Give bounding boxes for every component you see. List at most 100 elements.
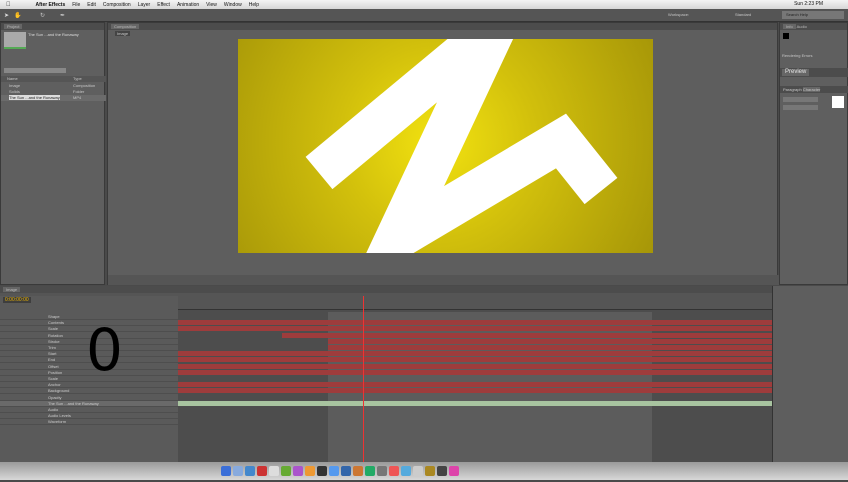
menu-layer[interactable]: Layer: [138, 2, 151, 8]
item-name: Image: [9, 83, 21, 88]
tab-character[interactable]: Character: [802, 87, 821, 92]
project-item-name: The Sun ...and the Runaway: [28, 32, 79, 37]
composition-viewer: Composition Image: [107, 9, 779, 292]
font-family-select[interactable]: [783, 97, 818, 102]
item-name: Solids: [9, 89, 20, 94]
item-name: The Sun ...and the Runaway: [9, 95, 60, 100]
clock: Sun 2:23 PM: [794, 1, 823, 7]
column-name[interactable]: Name: [7, 76, 18, 81]
dock-app-icon[interactable]: [425, 466, 435, 476]
tab-audio[interactable]: Audio: [797, 24, 807, 29]
apple-icon[interactable]: : [6, 2, 11, 8]
workspace-select[interactable]: Standard: [735, 12, 751, 17]
workspace-label: Workspace:: [668, 12, 690, 17]
timeline-panel: Image 0:00:00:00 Shape Contents Scale Rotat…: [0, 286, 848, 462]
menu-composition[interactable]: Composition: [103, 2, 131, 8]
layer-duration-bar[interactable]: [328, 345, 772, 350]
project-column-headers: Name Type: [1, 76, 106, 82]
layer-duration-bar[interactable]: [178, 357, 772, 363]
dock-app-icon[interactable]: [233, 466, 243, 476]
layer-row[interactable]: Opacity: [0, 395, 178, 401]
overlay-zero: 0: [86, 316, 123, 384]
menu-bar:  After Effects File Edit Composition La…: [0, 0, 848, 9]
menu-view[interactable]: View: [206, 2, 217, 8]
menu-window[interactable]: Window: [224, 2, 242, 8]
menu-edit[interactable]: Edit: [87, 2, 96, 8]
search-help-input[interactable]: Search Help: [782, 11, 844, 19]
breadcrumb[interactable]: Image: [115, 31, 131, 36]
dock-app-icon[interactable]: [341, 466, 351, 476]
right-panels: Info Audio Rendering Errors Preview Para…: [779, 22, 848, 285]
pen-tool-icon[interactable]: ✒: [60, 12, 65, 19]
playhead[interactable]: [363, 296, 364, 462]
dock-app-icon[interactable]: [377, 466, 387, 476]
dock-app-icon[interactable]: [221, 466, 231, 476]
layer-row[interactable]: Audio Levels: [0, 413, 178, 420]
layer-duration-bar[interactable]: [178, 400, 772, 406]
character-tabs: Paragraph Character: [780, 86, 848, 93]
viewer-controls: [108, 275, 779, 285]
menu-effect[interactable]: Effect: [157, 2, 170, 8]
item-type: MP4: [73, 95, 82, 100]
dock-app-icon[interactable]: [329, 466, 339, 476]
tab-composition[interactable]: Composition: [111, 24, 140, 29]
menu-help[interactable]: Help: [249, 2, 259, 8]
fill-color-swatch[interactable]: [832, 96, 844, 108]
layer-duration-bar[interactable]: [178, 388, 772, 394]
dock-app-icon[interactable]: [281, 466, 291, 476]
dock-app-icon[interactable]: [245, 466, 255, 476]
layer-duration-bar[interactable]: [282, 332, 772, 338]
layer-duration-bar[interactable]: [328, 338, 772, 344]
rotate-tool-icon[interactable]: ↻: [40, 12, 45, 19]
tab-paragraph[interactable]: Paragraph: [783, 87, 802, 92]
tab-info[interactable]: Info: [783, 24, 796, 29]
timecode[interactable]: 0:00:00:00: [3, 297, 31, 303]
rendering-label: Rendering Errors: [782, 53, 813, 58]
menu-app[interactable]: After Effects: [36, 2, 66, 8]
tab-project[interactable]: Project: [4, 24, 23, 29]
dock-app-icon[interactable]: [317, 466, 327, 476]
color-swatch: [783, 33, 789, 39]
tab-preview[interactable]: Preview: [782, 69, 810, 76]
tools-toolbar: ➤ ✋ ↻ ✒ Workspace: Standard Search Help: [0, 9, 848, 22]
dock-app-icon[interactable]: [437, 466, 447, 476]
menu-file[interactable]: File: [72, 2, 80, 8]
dock-app-icon[interactable]: [305, 466, 315, 476]
hand-tool-icon[interactable]: ✋: [14, 12, 21, 19]
layer-row[interactable]: The Sun ...and the Runaway: [0, 400, 178, 407]
list-item[interactable]: The Sun ...and the Runaway MP4: [1, 95, 106, 101]
selection-tool-icon[interactable]: ➤: [4, 12, 9, 19]
dock-app-icon[interactable]: [293, 466, 303, 476]
composition-frame[interactable]: [238, 9, 653, 292]
layer-row[interactable]: Background: [0, 388, 178, 395]
dock: [0, 462, 848, 480]
preview-tab-bar: Preview: [780, 68, 848, 77]
layer-row[interactable]: Audio: [0, 407, 178, 413]
dock-app-icon[interactable]: [257, 466, 267, 476]
dock-app-icon[interactable]: [401, 466, 411, 476]
dock-app-icon[interactable]: [353, 466, 363, 476]
layer-duration-bar[interactable]: [178, 320, 772, 326]
layer-duration-bar[interactable]: [178, 382, 772, 388]
layer-duration-bar[interactable]: [178, 326, 772, 332]
font-style-select[interactable]: [783, 105, 818, 110]
letter-m-shape: [305, 9, 618, 292]
side-panel: [772, 286, 848, 462]
dock-app-icon[interactable]: [413, 466, 423, 476]
project-panel: Project The Sun ...and the Runaway Name T…: [0, 22, 106, 285]
layer-duration-bar[interactable]: [178, 351, 772, 357]
menu-animation[interactable]: Animation: [177, 2, 199, 8]
layer-row[interactable]: Waveform: [0, 419, 178, 426]
time-ruler[interactable]: [178, 296, 772, 310]
dock-app-icon[interactable]: [365, 466, 375, 476]
dock-app-icon[interactable]: [449, 466, 459, 476]
dock-app-icon[interactable]: [389, 466, 399, 476]
layer-duration-bar[interactable]: [178, 369, 772, 375]
tab-timeline[interactable]: Image: [3, 287, 21, 292]
layer-duration-bar[interactable]: [178, 363, 772, 369]
dock-app-icon[interactable]: [269, 466, 279, 476]
project-thumbnail: [4, 32, 26, 49]
timeline-graph[interactable]: [178, 296, 772, 462]
project-search-input[interactable]: [4, 68, 66, 73]
column-type[interactable]: Type: [73, 76, 82, 81]
